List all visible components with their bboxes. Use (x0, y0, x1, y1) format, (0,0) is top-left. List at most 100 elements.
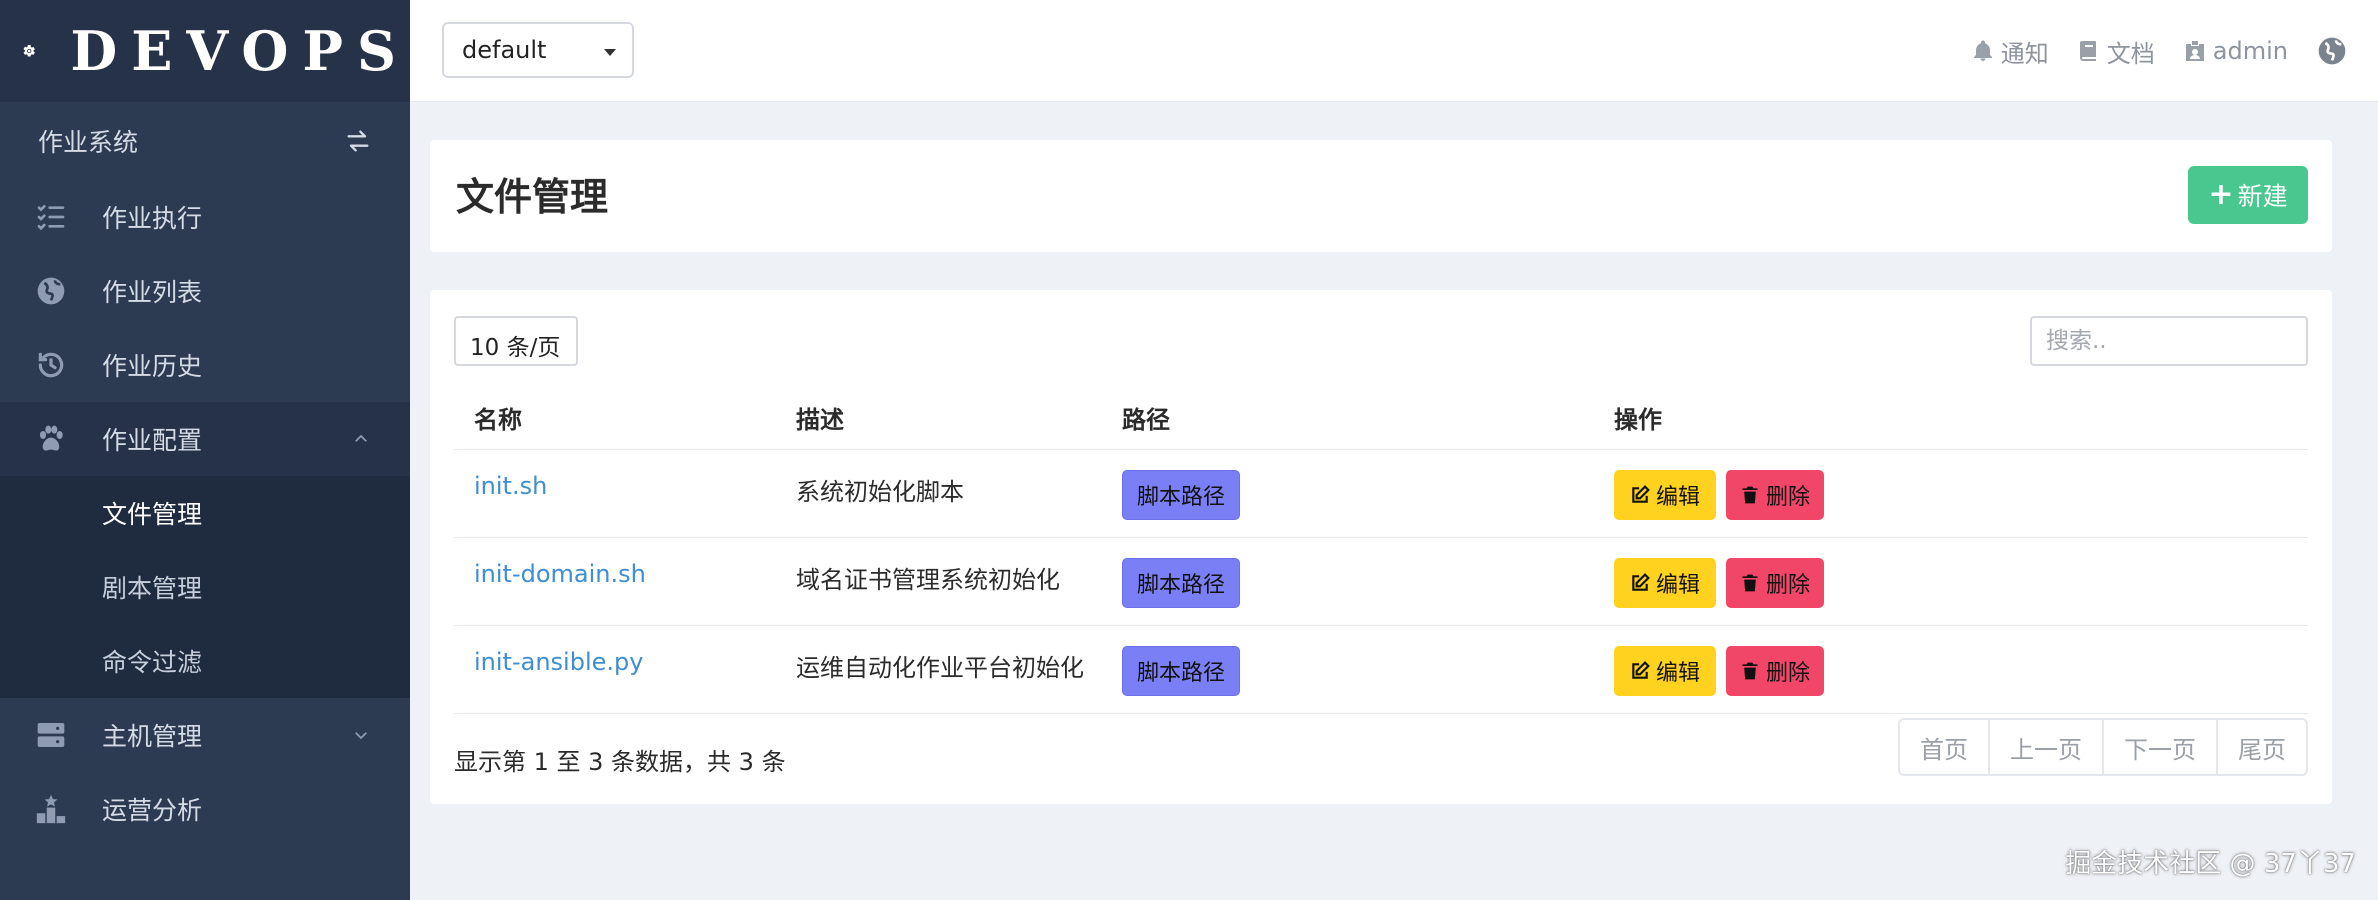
table-row: init-ansible.py 运维自动化作业平台初始化 脚本路径 编辑 删除 (454, 626, 2308, 714)
globe-icon (2318, 37, 2346, 65)
sidebar-item-label: 文件管理 (102, 500, 203, 529)
page-header-card: 文件管理 + 新建 (430, 140, 2332, 252)
sidebar-item-label: 命令过滤 (102, 648, 203, 677)
trash-icon (1742, 486, 1758, 504)
table-row: init-domain.sh 域名证书管理系统初始化 脚本路径 编辑 删除 (454, 538, 2308, 626)
table-row: init.sh 系统初始化脚本 脚本路径 编辑 删除 (454, 450, 2308, 538)
id-badge-icon (2185, 41, 2204, 61)
pagination: 首页 上一页 下一页 尾页 (1898, 718, 2308, 776)
sidebar-item-host-management[interactable]: 主机管理 (0, 698, 410, 772)
new-button-label: 新建 (2237, 182, 2288, 211)
brand-title: DEVOPS (70, 19, 410, 83)
pagination-next[interactable]: 下一页 (2104, 720, 2218, 774)
edit-button[interactable]: 编辑 (1614, 470, 1716, 520)
history-icon (34, 348, 68, 382)
delete-button-label: 删除 (1765, 573, 1810, 598)
delete-button-label: 删除 (1765, 661, 1810, 686)
bell-icon (1973, 40, 1992, 61)
delete-button[interactable]: 删除 (1726, 470, 1824, 520)
sidebar-item-label: 作业列表 (102, 278, 203, 307)
edit-button[interactable]: 编辑 (1614, 558, 1716, 608)
sidebar-item-label: 作业历史 (102, 352, 203, 381)
trash-icon (1742, 662, 1758, 680)
top-bar: default 通知 文档 admin (410, 0, 2378, 102)
sidebar-item-job-exec[interactable]: 作业执行 (0, 180, 410, 254)
namespace-value: default (462, 36, 547, 64)
sidebar-item-analytics[interactable]: 运营分析 (0, 772, 410, 846)
file-name-link[interactable]: init.sh (474, 472, 547, 500)
docs-link[interactable]: 文档 (2077, 34, 2155, 69)
paw-icon (34, 422, 68, 456)
sidebar-item-command-filter[interactable]: 命令过滤 (0, 624, 410, 698)
notifications-link[interactable]: 通知 (1971, 34, 2049, 69)
sidebar-item-label: 主机管理 (102, 722, 203, 751)
table-summary: 显示第 1 至 3 条数据，共 3 条 (454, 748, 786, 776)
pagination-prev[interactable]: 上一页 (1990, 720, 2104, 774)
plus-icon: + (2208, 177, 2234, 212)
language-switch[interactable] (2316, 35, 2348, 67)
table-header: 名称 描述 路径 操作 (454, 388, 2308, 450)
sidebar-item-label: 作业执行 (102, 204, 203, 233)
namespace-select[interactable]: default (442, 22, 634, 78)
brand[interactable]: DEVOPS (0, 0, 410, 102)
column-header-description: 描述 (796, 406, 844, 434)
column-header-name: 名称 (474, 406, 522, 434)
edit-button-label: 编辑 (1655, 485, 1700, 510)
path-tag[interactable]: 脚本路径 (1122, 470, 1240, 520)
search-input[interactable] (2030, 316, 2308, 366)
top-right-actions: 通知 文档 admin (1971, 0, 2348, 102)
column-header-actions: 操作 (1614, 406, 1662, 434)
server-icon (34, 718, 68, 752)
column-header-path: 路径 (1122, 406, 1170, 434)
notifications-label: 通知 (2000, 39, 2049, 68)
caret-down-icon (604, 49, 616, 56)
edit-button[interactable]: 编辑 (1614, 646, 1716, 696)
sidebar-item-label: 剧本管理 (102, 574, 203, 603)
file-description: 运维自动化作业平台初始化 (796, 654, 1084, 682)
book-icon (2079, 41, 2096, 61)
docs-label: 文档 (2106, 39, 2155, 68)
section-switcher[interactable]: 作业系统 (0, 102, 410, 180)
sidebar-item-playbook-management[interactable]: 剧本管理 (0, 550, 410, 624)
edit-button-label: 编辑 (1655, 661, 1700, 686)
sidebar-item-job-config[interactable]: 作业配置 (0, 402, 410, 476)
submenu-job-config: 文件管理 剧本管理 命令过滤 (0, 476, 410, 698)
new-button[interactable]: + 新建 (2188, 166, 2308, 224)
file-description: 域名证书管理系统初始化 (796, 566, 1060, 594)
path-tag[interactable]: 脚本路径 (1122, 646, 1240, 696)
file-description: 系统初始化脚本 (796, 478, 964, 506)
sidebar: DEVOPS 作业系统 作业执行 作业列表 作业历史 作业配置 文件管理 剧本管… (0, 0, 410, 900)
pagination-first[interactable]: 首页 (1900, 720, 1990, 774)
chevron-down-icon (355, 732, 367, 740)
chevron-up-icon (355, 434, 367, 442)
edit-icon (1632, 661, 1650, 679)
file-table-card: 10 条/页 名称 描述 路径 操作 init.sh 系统初始化脚本 脚本路径 … (430, 290, 2332, 804)
watermark: 掘金技术社区 @ 37丫37 (2065, 849, 2356, 879)
sidebar-item-job-list[interactable]: 作业列表 (0, 254, 410, 328)
pagination-last[interactable]: 尾页 (2218, 720, 2306, 774)
swap-icon[interactable] (344, 127, 372, 155)
file-name-link[interactable]: init-ansible.py (474, 648, 643, 676)
chart-icon (34, 792, 68, 826)
path-tag[interactable]: 脚本路径 (1122, 558, 1240, 608)
section-label: 作业系统 (38, 128, 139, 157)
delete-button-label: 删除 (1765, 485, 1810, 510)
sidebar-item-label: 运营分析 (102, 796, 203, 825)
sidebar-item-file-management[interactable]: 文件管理 (0, 476, 410, 550)
user-menu[interactable]: admin (2183, 37, 2288, 65)
per-page-select[interactable]: 10 条/页 (454, 316, 578, 366)
sidebar-item-job-history[interactable]: 作业历史 (0, 328, 410, 402)
user-label: admin (2212, 37, 2288, 65)
delete-button[interactable]: 删除 (1726, 646, 1824, 696)
tasks-icon (34, 200, 68, 234)
edit-icon (1632, 573, 1650, 591)
file-name-link[interactable]: init-domain.sh (474, 560, 646, 588)
sidebar-item-label: 作业配置 (102, 426, 203, 455)
gear-icon (23, 44, 35, 57)
edit-button-label: 编辑 (1655, 573, 1700, 598)
globe-icon (34, 274, 68, 308)
trash-icon (1742, 574, 1758, 592)
edit-icon (1632, 485, 1650, 503)
page-title: 文件管理 (456, 175, 609, 219)
delete-button[interactable]: 删除 (1726, 558, 1824, 608)
